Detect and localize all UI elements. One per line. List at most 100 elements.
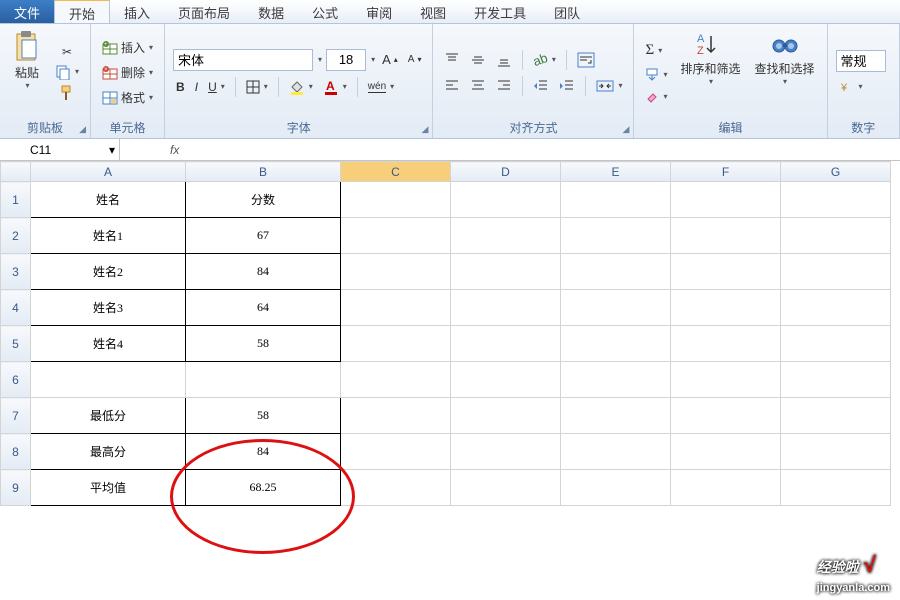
clear-button[interactable]: ▾ [642,88,670,104]
cell[interactable]: 姓名2 [31,254,186,290]
col-header[interactable]: E [561,162,671,182]
cell[interactable] [561,470,671,506]
decrease-font-button[interactable]: A▾ [405,53,425,66]
cell[interactable] [451,326,561,362]
cell[interactable] [561,398,671,434]
dialog-launcher-icon[interactable]: ◢ [79,124,86,135]
col-header[interactable]: F [671,162,781,182]
tab-data[interactable]: 数据 [244,0,298,23]
cell[interactable] [451,470,561,506]
fill-color-button[interactable]: ▾ [286,78,316,96]
col-header[interactable]: C [341,162,451,182]
chevron-down-icon[interactable]: ▾ [318,55,322,64]
cell[interactable] [781,398,891,434]
cell[interactable] [671,218,781,254]
row-header[interactable]: 3 [1,254,31,290]
cell[interactable]: 最高分 [31,434,186,470]
name-box[interactable]: C11 ▾ [0,139,120,160]
italic-button[interactable]: I [192,79,201,95]
cell[interactable] [341,218,451,254]
decrease-indent-button[interactable] [530,77,552,95]
font-name-combo[interactable] [173,49,313,71]
cell[interactable]: 姓名1 [31,218,186,254]
cell[interactable] [561,254,671,290]
col-header[interactable]: A [31,162,186,182]
cell[interactable] [781,254,891,290]
format-cells-button[interactable]: 格式▾ [99,88,156,107]
cell[interactable] [341,362,451,398]
cell[interactable] [781,290,891,326]
cell[interactable] [451,182,561,218]
grid-table[interactable]: A B C D E F G 1姓名分数 2姓名167 3姓名284 4姓名364… [0,161,891,506]
dialog-launcher-icon[interactable]: ◢ [422,124,429,135]
bold-button[interactable]: B [173,79,188,95]
col-header[interactable]: D [451,162,561,182]
cell[interactable] [341,326,451,362]
merge-center-button[interactable]: ▾ [593,77,625,95]
row-header[interactable]: 2 [1,218,31,254]
cell[interactable] [451,362,561,398]
tab-team[interactable]: 团队 [540,0,594,23]
tab-home[interactable]: 开始 [54,0,110,23]
cell[interactable] [781,218,891,254]
cell[interactable]: 67 [186,218,341,254]
cell[interactable] [341,290,451,326]
cell[interactable] [561,326,671,362]
cell[interactable] [341,398,451,434]
cut-button[interactable]: ✂ [59,44,75,60]
number-format-combo[interactable] [836,50,886,72]
cell[interactable] [451,290,561,326]
format-painter-button[interactable] [56,84,78,102]
cell[interactable] [561,434,671,470]
cell[interactable] [186,362,341,398]
cell[interactable] [671,182,781,218]
cell[interactable]: 姓名 [31,182,186,218]
cell[interactable]: 64 [186,290,341,326]
cell[interactable] [561,362,671,398]
underline-button[interactable]: U▾ [205,79,228,95]
cell[interactable] [341,254,451,290]
formula-input[interactable] [190,143,900,157]
cell[interactable] [781,470,891,506]
cell[interactable] [671,326,781,362]
cell[interactable] [671,290,781,326]
row-header[interactable]: 5 [1,326,31,362]
cell[interactable] [671,362,781,398]
cell[interactable] [341,470,451,506]
currency-button[interactable]: ¥▾ [836,78,866,96]
align-bottom-button[interactable] [493,51,515,69]
cell[interactable]: 58 [186,398,341,434]
row-header[interactable]: 7 [1,398,31,434]
cell[interactable] [31,362,186,398]
cell[interactable] [561,218,671,254]
cell[interactable] [341,434,451,470]
cell[interactable] [671,254,781,290]
row-header[interactable]: 8 [1,434,31,470]
cell[interactable] [781,182,891,218]
orientation-button[interactable]: ab▾ [530,51,558,68]
row-header[interactable]: 4 [1,290,31,326]
wrap-text-button[interactable] [574,51,598,69]
cell[interactable]: 平均值 [31,470,186,506]
align-middle-button[interactable] [467,51,489,69]
tab-dev[interactable]: 开发工具 [460,0,540,23]
align-top-button[interactable] [441,51,463,69]
col-header[interactable]: G [781,162,891,182]
align-right-button[interactable] [493,77,515,95]
row-header[interactable]: 1 [1,182,31,218]
fill-down-button[interactable]: ▾ [642,66,670,82]
dialog-launcher-icon[interactable]: ◢ [623,124,630,135]
col-header[interactable]: B [186,162,341,182]
copy-button[interactable]: ▾ [52,63,82,81]
cell[interactable] [561,182,671,218]
cell[interactable] [451,218,561,254]
cell[interactable]: 84 [186,254,341,290]
increase-font-button[interactable]: A▴ [379,51,401,68]
cell[interactable] [781,326,891,362]
cell[interactable]: 最低分 [31,398,186,434]
cell[interactable] [671,398,781,434]
autosum-button[interactable]: Σ▾ [642,41,665,60]
cell[interactable] [451,254,561,290]
fx-icon[interactable]: fx [170,143,179,157]
tab-insert[interactable]: 插入 [110,0,164,23]
